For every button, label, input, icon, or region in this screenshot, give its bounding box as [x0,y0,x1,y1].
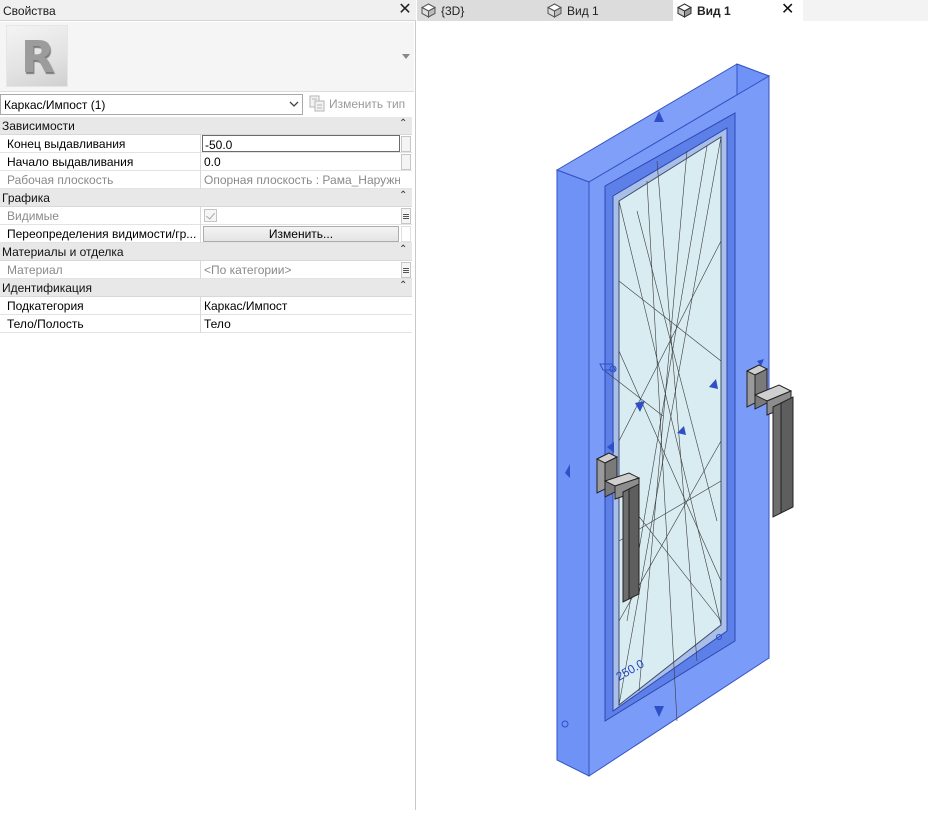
tab-view-1[interactable]: Вид 1 [543,0,671,21]
edit-visibility-button[interactable]: Изменить... [203,226,399,242]
subcategory-value[interactable]: Каркас/Импост [202,297,400,315]
filter-row: Каркас/Импост (1) Изменить тип [0,94,416,116]
close-icon[interactable]: ✕ [397,2,413,18]
property-name: Переопределения видимости/гр... [0,225,201,243]
property-row-visible: Видимые [0,207,412,225]
tab-label: Вид 1 [697,4,731,18]
solid-void-value[interactable]: Тело [202,315,400,333]
close-icon[interactable]: ✕ [781,2,794,18]
view-tabs: {3D} Вид 1 Вид 1 ✕ [417,0,928,21]
material-value[interactable]: <По категории> [202,261,400,279]
edit-type-button[interactable]: Изменить тип [308,94,412,115]
group-label: Зависимости [2,119,75,133]
property-row-visibility-overrides: Переопределения видимости/гр... Изменить… [0,225,412,243]
extrusion-start-input[interactable]: 0.0 [202,153,400,171]
properties-title-bar: Свойства ✕ [0,0,416,21]
property-row-solid-void: Тело/Полость Тело [0,315,412,333]
tab-3d[interactable]: {3D} [417,0,541,21]
property-name: Начало выдавливания [0,153,201,171]
frame-front-left [556,169,590,777]
associate-parameter-button[interactable] [401,262,411,278]
collapse-icon[interactable]: ⌃ [399,280,407,291]
3d-viewport[interactable]: 250.0 [417,21,928,810]
property-name: Видимые [0,207,201,225]
scrollbar-thumb[interactable] [401,154,411,170]
properties-palette: Свойства ✕ R Каркас/Импост (1) Изменить … [0,0,416,810]
element-filter-value: Каркас/Импост (1) [4,98,106,112]
collapse-icon[interactable]: ⌃ [399,190,407,201]
chevron-down-icon [289,101,299,107]
property-name: Рабочая плоскость [0,171,201,189]
revit-logo-icon: R [6,25,68,87]
3d-view-icon [547,3,562,18]
window-model: 250.0 [555,63,794,777]
property-row-work-plane: Рабочая плоскость Опорная плоскость : Ра… [0,171,412,189]
3d-view-icon [421,3,436,18]
property-name: Конец выдавливания [0,135,201,153]
property-row-material: Материал <По категории> [0,261,412,279]
extrusion-end-input[interactable]: -50.0 [202,135,400,152]
edit-type-label: Изменить тип [329,97,406,111]
visible-checkbox[interactable] [204,209,217,222]
tab-label: Вид 1 [567,4,599,18]
type-selector[interactable]: R [0,22,414,92]
property-name: Материал [0,261,201,279]
tab-strip-empty [803,0,928,21]
group-label: Идентификация [2,281,92,295]
property-name: Тело/Полость [0,315,201,333]
group-constraints[interactable]: Зависимости ⌃ [0,117,412,135]
3d-view-icon [677,3,692,18]
property-name: Подкатегория [0,297,201,315]
properties-title: Свойства [3,4,56,18]
scrollbar-track [401,226,411,242]
collapse-icon[interactable]: ⌃ [399,118,407,129]
group-graphics[interactable]: Графика ⌃ [0,189,412,207]
group-label: Графика [2,191,50,205]
scrollbar-thumb[interactable] [401,136,411,152]
tab-view-1-active[interactable]: Вид 1 ✕ [673,0,803,21]
tab-label: {3D} [441,4,465,18]
collapse-icon[interactable]: ⌃ [399,244,407,255]
chevron-down-icon[interactable] [402,54,410,59]
property-row-subcategory: Подкатегория Каркас/Импост [0,297,412,315]
property-row-extrusion-start: Начало выдавливания 0.0 [0,153,412,171]
work-plane-value: Опорная плоскость : Рама_Наружн [204,173,400,187]
property-row-extrusion-end: Конец выдавливания -50.0 [0,135,412,153]
group-label: Материалы и отделка [2,245,124,259]
associate-parameter-button[interactable] [401,208,411,224]
edit-type-icon [309,95,325,112]
group-identity[interactable]: Идентификация ⌃ [0,279,412,297]
group-materials[interactable]: Материалы и отделка ⌃ [0,243,412,261]
element-filter-select[interactable]: Каркас/Импост (1) [0,94,303,115]
properties-grid: Зависимости ⌃ Конец выдавливания -50.0 Н… [0,117,412,333]
